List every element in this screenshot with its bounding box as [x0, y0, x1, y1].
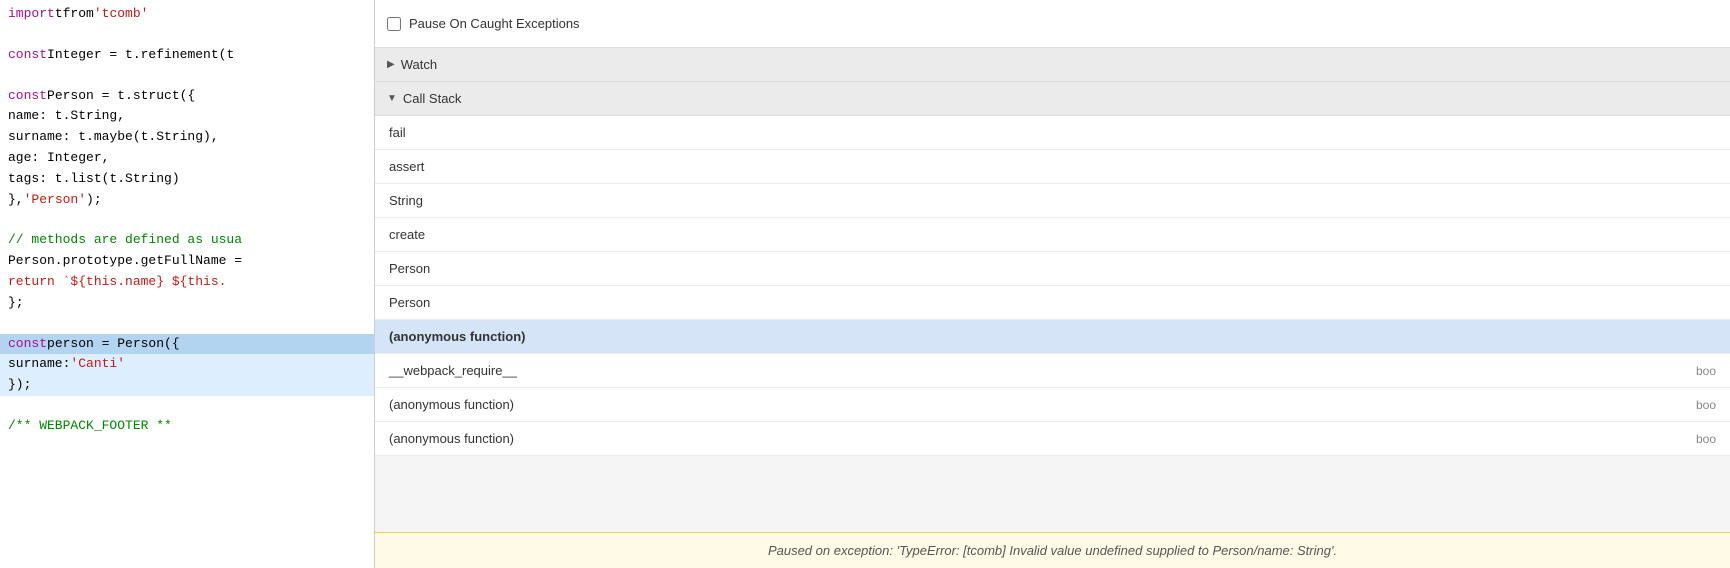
- stack-item-location: boo: [1696, 398, 1716, 412]
- watch-section-header[interactable]: ▶ Watch: [375, 48, 1730, 82]
- stack-item[interactable]: (anonymous function) boo: [375, 422, 1730, 456]
- pause-exceptions-header: Pause On Caught Exceptions: [375, 0, 1730, 48]
- debug-panel: Pause On Caught Exceptions ▶ Watch ▼ Cal…: [375, 0, 1730, 568]
- stack-item[interactable]: Person: [375, 252, 1730, 286]
- watch-collapse-icon: ▶: [387, 59, 395, 70]
- stack-item[interactable]: (anonymous function) boo: [375, 388, 1730, 422]
- stack-item[interactable]: Person: [375, 286, 1730, 320]
- stack-item-name: String: [389, 193, 423, 208]
- code-editor: import t from 'tcomb' const Integer = t.r…: [0, 0, 374, 568]
- call-stack-collapse-icon: ▼: [387, 93, 397, 104]
- stack-item-name: create: [389, 227, 425, 242]
- code-line: const person = Person({: [0, 334, 374, 355]
- stack-item[interactable]: fail: [375, 116, 1730, 150]
- call-stack-section-header[interactable]: ▼ Call Stack: [375, 82, 1730, 116]
- code-line: [0, 396, 374, 416]
- code-panel: import t from 'tcomb' const Integer = t.r…: [0, 0, 375, 568]
- code-line: }, 'Person');: [0, 190, 374, 211]
- code-line: [0, 314, 374, 334]
- stack-item-name: __webpack_require__: [389, 363, 517, 378]
- stack-item-location: boo: [1696, 364, 1716, 378]
- stack-item[interactable]: assert: [375, 150, 1730, 184]
- code-line: /** WEBPACK_FOOTER **: [0, 416, 374, 437]
- code-line: // methods are defined as usua: [0, 230, 374, 251]
- pause-on-caught-label[interactable]: Pause On Caught Exceptions: [409, 16, 580, 31]
- stack-item-name: (anonymous function): [389, 397, 514, 412]
- stack-item-name: Person: [389, 295, 430, 310]
- call-stack-list: fail assert String create Person Person (anony…: [375, 116, 1730, 532]
- code-line: [0, 66, 374, 86]
- stack-item-name: fail: [389, 125, 406, 140]
- code-line: age: Integer,: [0, 148, 374, 169]
- code-line: const Person = t.struct({: [0, 86, 374, 107]
- code-line: name: t.String,: [0, 106, 374, 127]
- stack-item[interactable]: create: [375, 218, 1730, 252]
- stack-item[interactable]: (anonymous function): [375, 320, 1730, 354]
- call-stack-section-label: Call Stack: [403, 91, 462, 106]
- stack-item-name: assert: [389, 159, 424, 174]
- code-line: return `${this.name} ${this.: [0, 272, 374, 293]
- stack-item-name: Person: [389, 261, 430, 276]
- stack-item-location: boo: [1696, 432, 1716, 446]
- pause-on-caught-checkbox[interactable]: [387, 17, 401, 31]
- stack-item[interactable]: __webpack_require__ boo: [375, 354, 1730, 388]
- code-line: Person.prototype.getFullName =: [0, 251, 374, 272]
- stack-item[interactable]: String: [375, 184, 1730, 218]
- code-line: [0, 210, 374, 230]
- stack-item-name: (anonymous function): [389, 329, 526, 344]
- code-line: import t from 'tcomb': [0, 4, 374, 25]
- code-line: surname: t.maybe(t.String),: [0, 127, 374, 148]
- code-line: [0, 25, 374, 45]
- watch-section-label: Watch: [401, 57, 437, 72]
- code-line: tags: t.list(t.String): [0, 169, 374, 190]
- exception-bar: Paused on exception: 'TypeError: [tcomb]…: [375, 532, 1730, 568]
- code-line: const Integer = t.refinement(t: [0, 45, 374, 66]
- code-line: surname: 'Canti': [0, 354, 374, 375]
- code-line: });: [0, 375, 374, 396]
- code-line: };: [0, 293, 374, 314]
- stack-item-name: (anonymous function): [389, 431, 514, 446]
